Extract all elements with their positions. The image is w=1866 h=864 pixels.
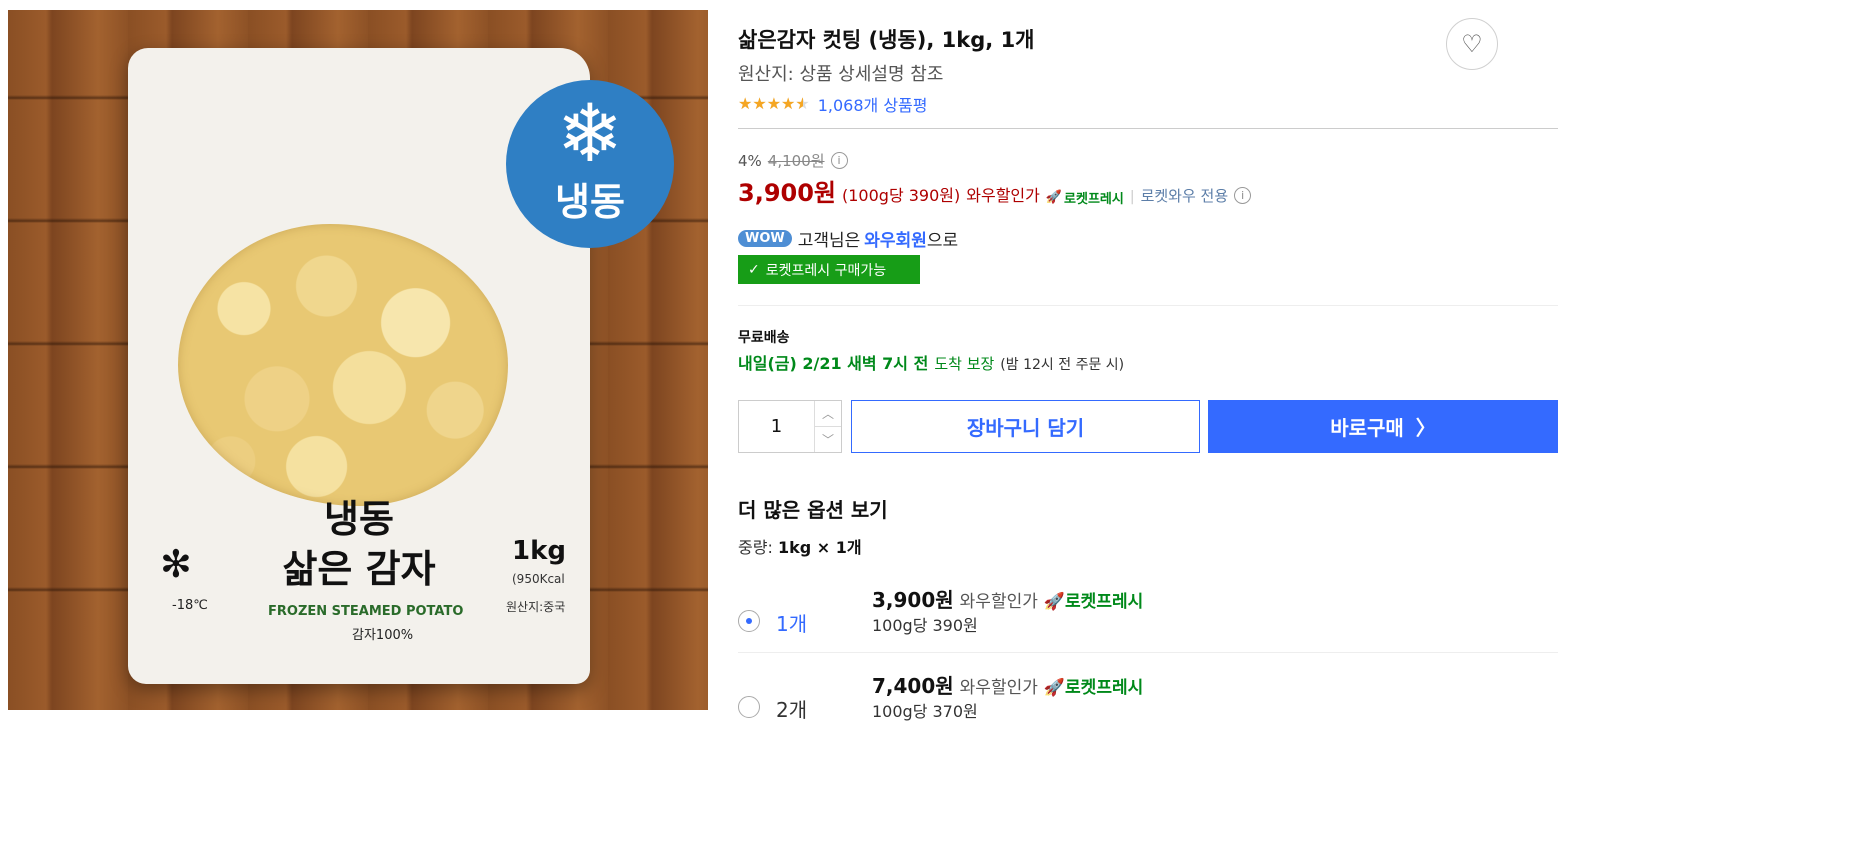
option-radio[interactable] [738, 696, 760, 718]
separator: | [1129, 189, 1135, 205]
bag-window-potatoes [178, 224, 508, 506]
rocket-fresh-label: 로켓프레시 [1064, 192, 1124, 207]
bag-calories: (950Kcal [512, 572, 565, 586]
shipping-label: 무료배송 [738, 330, 790, 346]
option-label-value: 1kg × 1개 [777, 538, 862, 557]
thermometer-icon: ✻ [160, 542, 192, 586]
info-icon[interactable]: i [1234, 187, 1252, 204]
divider [738, 652, 1558, 653]
wow-discount-label: 와우할인가 [966, 186, 1040, 205]
increase-button[interactable]: ︿ [815, 401, 841, 427]
wow-member-name: 와우회원 [864, 231, 927, 251]
rocket-icon: 🚀 [1043, 678, 1066, 698]
rocket-fresh-available-badge: ✓ 로켓프레시 구매가능 [738, 255, 920, 284]
rating-row[interactable]: ★★★★★ ★★★★★ 1,068개 상품평 [738, 92, 928, 116]
option-radio-selected[interactable] [738, 610, 760, 632]
bag-english-name: FROZEN STEAMED POTATO [268, 604, 464, 619]
buy-now-label: 바로구매 [1330, 416, 1404, 440]
frozen-badge: ❄ 냉동 [506, 80, 674, 248]
rocket-icon: 🚀 [1045, 190, 1063, 205]
favorite-button[interactable]: ♡ [1446, 18, 1498, 70]
delivery-date: 내일(금) 2/21 새벽 7시 전 [738, 354, 929, 373]
rocket-fresh-available-label: 로켓프레시 구매가능 [765, 262, 887, 279]
divider [738, 305, 1558, 306]
discount-row: 4% 4,100원 i [738, 150, 848, 171]
bag-potato-percent: 감자100% [352, 628, 414, 643]
option-item[interactable]: 1개 3,900원 와우할인가 🚀로켓프레시 100g당 390원 [738, 584, 1558, 670]
frozen-badge-text: 냉동 [555, 180, 625, 224]
option-price-line: 3,900원 와우할인가 🚀로켓프레시 [872, 584, 1143, 613]
product-title: 삶은감자 컷팅 (냉동), 1kg, 1개 [738, 28, 1035, 52]
discount-percent: 4% [738, 151, 762, 170]
option-price: 7,400원 [872, 674, 954, 698]
review-count-link[interactable]: 1,068개 상품평 [818, 92, 928, 116]
wow-badge: WOW [738, 230, 792, 247]
membership-text-suffix: 으로 [926, 231, 959, 251]
decrease-button[interactable]: ﹀ [815, 427, 841, 452]
membership-text-prefix: 고객님은 [797, 231, 861, 251]
bag-temperature: -18℃ [172, 598, 208, 613]
star-rating: ★★★★★ ★★★★★ [738, 94, 810, 113]
add-to-cart-button[interactable]: 장바구니 담기 [851, 400, 1200, 453]
option-rocket-fresh: 🚀로켓프레시 [1044, 673, 1143, 698]
bag-weight: 1kg [512, 536, 566, 566]
original-price: 4,100원 [767, 152, 825, 170]
heart-icon: ♡ [1461, 30, 1483, 58]
info-icon[interactable]: i [830, 152, 848, 169]
unit-price: (100g당 390원) [842, 186, 961, 205]
option-name: 2개 [776, 698, 808, 722]
option-price: 3,900원 [872, 588, 954, 612]
option-item[interactable]: 2개 7,400원 와우할인가 🚀로켓프레시 100g당 370원 [738, 670, 1558, 756]
quantity-stepper[interactable]: 1 ︿ ﹀ [738, 400, 842, 453]
option-rocket-label: 로켓프레시 [1065, 592, 1144, 612]
price-row: 3,900원 (100g당 390원) 와우할인가 🚀 로켓프레시 | 로켓와우… [738, 173, 1252, 208]
snowflake-icon: ❄ [556, 87, 624, 180]
shipping-row: 내일(금) 2/21 새벽 7시 전 도착 보장 (밤 12시 전 주문 시) [738, 350, 1124, 374]
option-unit-price: 100g당 390원 [872, 616, 978, 635]
rocket-wow-only: 로켓와우 전용 i [1141, 185, 1252, 206]
membership-row: WOW 고객님은 와우회원으로 [738, 226, 958, 251]
check-icon: ✓ [748, 261, 760, 278]
option-label-prefix: 중량: [738, 538, 773, 557]
delivery-note: (밤 12시 전 주문 시) [1000, 357, 1125, 373]
more-options-title: 더 많은 옵션 보기 [738, 498, 888, 522]
option-wow-label: 와우할인가 [959, 592, 1038, 612]
product-bag: ❄ 냉동 냉동 삶은 감자 ✻ -18℃ FROZEN STEAMED POTA… [128, 48, 674, 684]
option-rocket-label: 로켓프레시 [1065, 678, 1144, 698]
option-name: 1개 [776, 612, 808, 636]
option-rocket-fresh: 🚀로켓프레시 [1044, 587, 1143, 612]
quantity-steps: ︿ ﹀ [815, 401, 841, 452]
rocket-icon: 🚀 [1043, 592, 1066, 612]
sale-price: 3,900원 [738, 179, 836, 207]
option-label: 중량: 1kg × 1개 [738, 534, 862, 558]
bag-origin: 원산지:중국 [506, 600, 566, 614]
option-wow-label: 와우할인가 [959, 678, 1038, 698]
rocket-wow-only-label: 로켓와우 전용 [1140, 187, 1229, 205]
option-price-line: 7,400원 와우할인가 🚀로켓프레시 [872, 670, 1143, 699]
chevron-right-icon: 〉 [1415, 416, 1436, 440]
quantity-input[interactable]: 1 [739, 401, 815, 452]
option-unit-price: 100g당 370원 [872, 702, 978, 721]
buy-now-button[interactable]: 바로구매 〉 [1208, 400, 1558, 453]
delivery-guarantee: 도착 보장 [934, 355, 995, 373]
star-fill: ★★★★★ [738, 94, 803, 113]
divider [738, 128, 1558, 129]
product-image: ❄ 냉동 냉동 삶은 감자 ✻ -18℃ FROZEN STEAMED POTA… [8, 10, 708, 710]
rocket-fresh-badge: 🚀 로켓프레시 [1046, 188, 1124, 207]
product-origin: 원산지: 상품 상세설명 참조 [738, 64, 944, 85]
